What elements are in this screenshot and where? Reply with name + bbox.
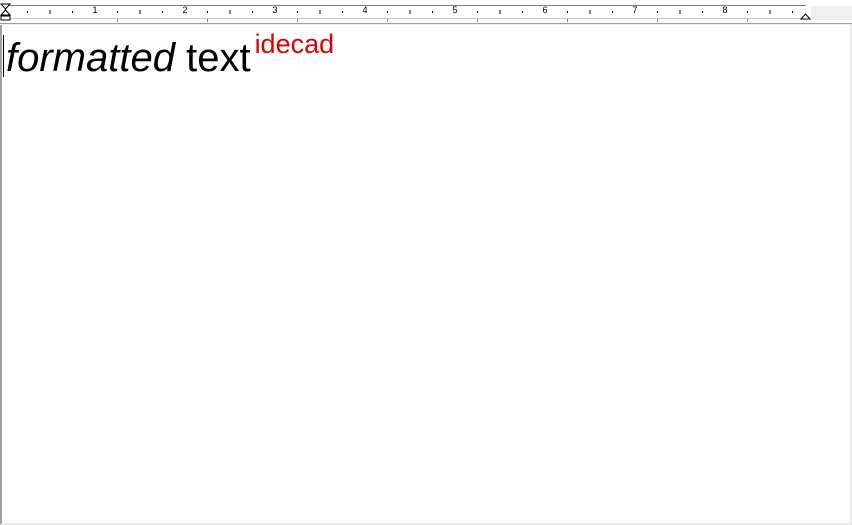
ruler-number-8: 8	[722, 5, 728, 15]
editor-window: 1 2 3 4 5 6 7 8 formatted text idecad	[0, 0, 852, 525]
ruler-number-6: 6	[542, 5, 548, 15]
ruler-number-4: 4	[362, 5, 368, 15]
text-run-italic[interactable]: formatted	[6, 36, 175, 80]
ruler-number-7: 7	[632, 5, 638, 15]
text-run-superscript[interactable]: idecad	[255, 29, 335, 59]
document-area[interactable]: formatted text idecad	[0, 25, 852, 525]
text-run-normal[interactable]: text	[175, 36, 250, 80]
ruler-number-5: 5	[452, 5, 458, 15]
ruler-number-3: 3	[272, 5, 278, 15]
right-indent-marker	[799, 13, 812, 20]
ruler-number-1: 1	[92, 5, 98, 15]
document-paragraph[interactable]: formatted text idecad	[6, 29, 334, 81]
text-caret	[3, 35, 4, 77]
ruler-number-2: 2	[182, 5, 188, 15]
first-line-indent-marker	[0, 3, 12, 10]
left-indent-marker	[0, 15, 11, 21]
horizontal-ruler[interactable]: 1 2 3 4 5 6 7 8	[0, 0, 852, 24]
hanging-indent-marker	[0, 9, 12, 16]
